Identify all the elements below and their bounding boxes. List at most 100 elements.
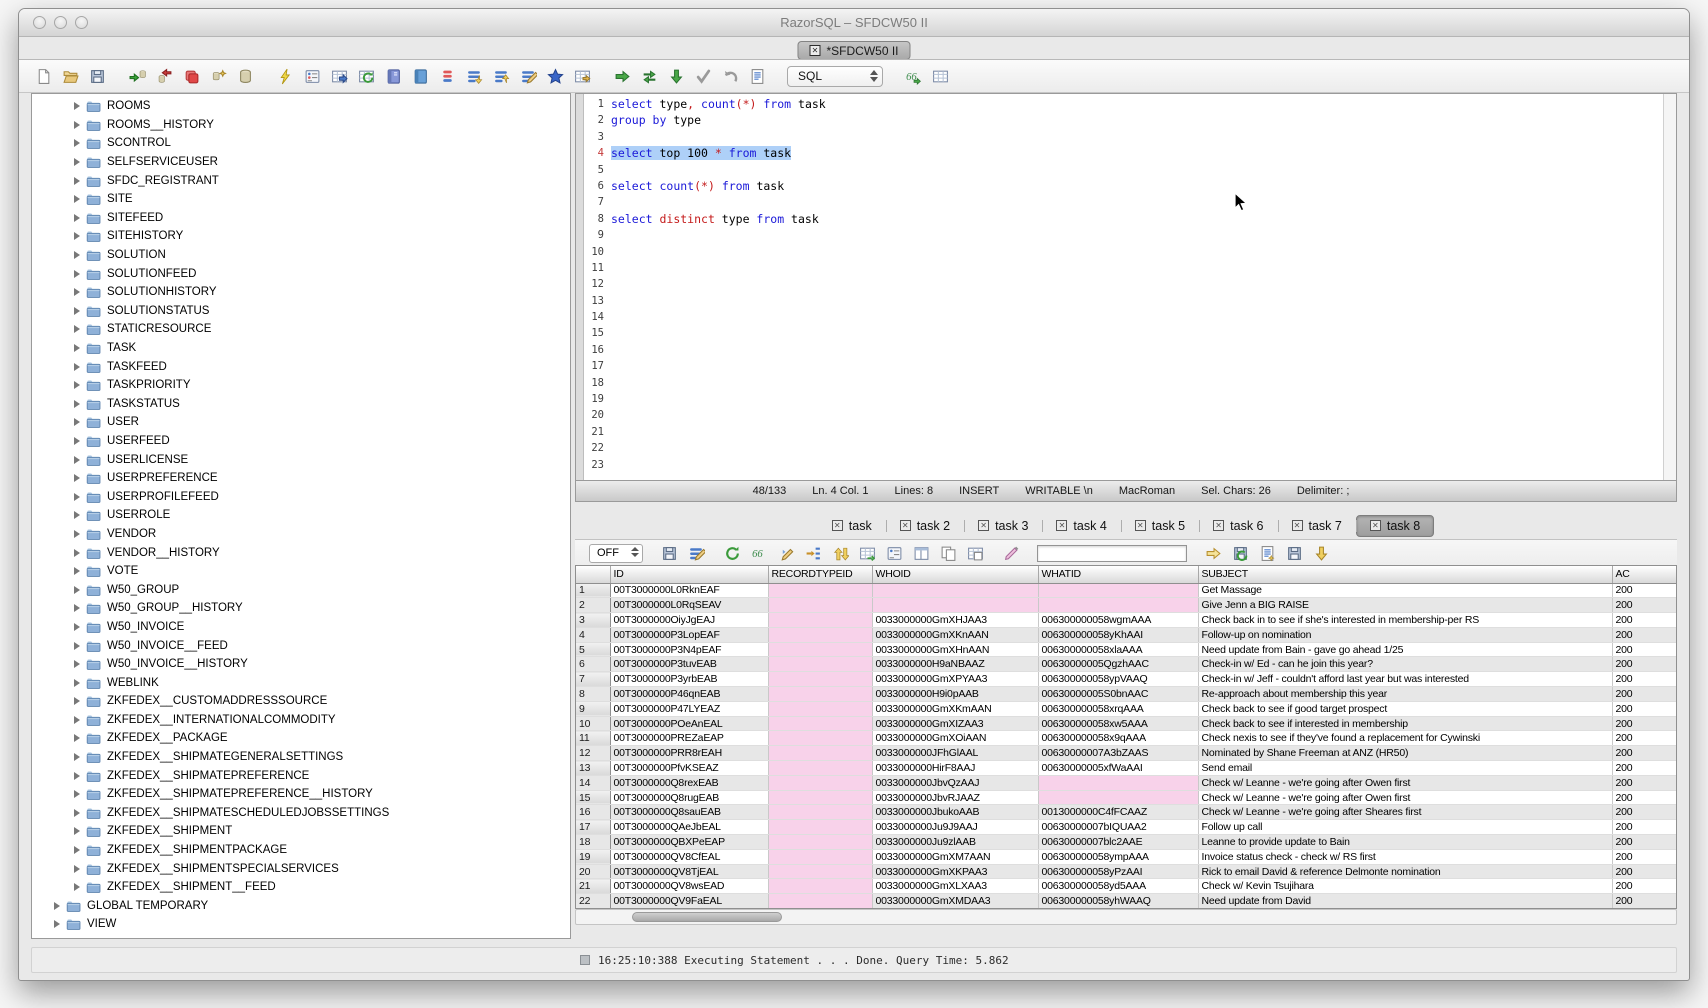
new-db-object-button[interactable] [208, 66, 228, 86]
result-cell[interactable]: 0033000000JbvRJAAZ [872, 790, 1038, 805]
expand-triangle-icon[interactable] [74, 214, 80, 222]
tree-item-weblink[interactable]: WEBLINK [32, 673, 570, 692]
table-go-button[interactable] [572, 66, 592, 86]
expand-triangle-icon[interactable] [74, 549, 80, 557]
result-row[interactable]: 1800T3000000QBXPeEAP0033000000Ju9zlAAB00… [576, 835, 1677, 850]
result-cell[interactable]: 200 [1612, 820, 1677, 835]
row-number-cell[interactable]: 1 [576, 583, 610, 598]
result-cell[interactable]: Rick to email David & reference Delmonte… [1198, 864, 1612, 879]
editor-line[interactable]: 18 [585, 375, 1663, 391]
expand-triangle-icon[interactable] [74, 493, 80, 501]
results-horizontal-scrollbar[interactable] [575, 909, 1677, 925]
result-cell[interactable]: 200 [1612, 701, 1677, 716]
expand-triangle-icon[interactable] [74, 530, 80, 538]
result-row[interactable]: 600T3000000P3tuvEAB0033000000H9aNBAAZ006… [576, 657, 1677, 672]
result-cell[interactable]: 00T3000000PREZaEAP [610, 731, 768, 746]
result-cell[interactable]: 0033000000GmXKmAAN [872, 701, 1038, 716]
row-number-cell[interactable]: 2 [576, 598, 610, 613]
result-cell[interactable]: Send email [1198, 761, 1612, 776]
editor-line[interactable]: 19 [585, 391, 1663, 407]
tree-item-site[interactable]: SITE [32, 190, 570, 209]
editor-line[interactable]: 2group by type [585, 112, 1663, 128]
expand-triangle-icon[interactable] [74, 270, 80, 278]
result-tab-task-7[interactable]: ✕task 7 [1278, 515, 1356, 537]
result-cell[interactable] [768, 775, 872, 790]
expand-triangle-icon[interactable] [74, 325, 80, 333]
row-number-cell[interactable]: 15 [576, 790, 610, 805]
editor-line[interactable]: 23 [585, 457, 1663, 473]
row-number-cell[interactable]: 6 [576, 657, 610, 672]
result-cell[interactable]: 00T3000000P3yrbEAB [610, 672, 768, 687]
result-cell[interactable]: Check w/ Leanne - we're going after Owen… [1198, 775, 1612, 790]
result-cell[interactable] [768, 820, 872, 835]
result-tab-task-4[interactable]: ✕task 4 [1042, 515, 1120, 537]
result-cell[interactable]: 200 [1612, 583, 1677, 598]
result-row[interactable]: 1700T3000000QAeJbEAL0033000000Ju9J9AAJ00… [576, 820, 1677, 835]
result-cell[interactable] [1038, 598, 1198, 613]
result-row[interactable]: 1100T3000000PREZaEAP0033000000GmXOiAAN00… [576, 731, 1677, 746]
tree-item-rooms-history[interactable]: ROOMS__HISTORY [32, 116, 570, 135]
row-number-cell[interactable]: 17 [576, 820, 610, 835]
expand-triangle-icon[interactable] [74, 511, 80, 519]
result-cell[interactable]: 00T3000000P46qnEAB [610, 687, 768, 702]
result-cell[interactable]: 0033000000GmXKPAA3 [872, 864, 1038, 879]
editor-line[interactable]: 10 [585, 244, 1663, 260]
result-cell[interactable] [768, 598, 872, 613]
result-cell[interactable]: Check nexis to see if they've found a re… [1198, 731, 1612, 746]
result-row[interactable]: 800T3000000P46qnEAB0033000000H9i0pAAB006… [576, 687, 1677, 702]
result-cell[interactable]: 200 [1612, 642, 1677, 657]
result-cell[interactable] [1038, 775, 1198, 790]
result-cell[interactable]: Check w/ Leanne - we're going after Shea… [1198, 805, 1612, 820]
row-number-cell[interactable]: 13 [576, 761, 610, 776]
result-cell[interactable]: Check back in to see if she's interested… [1198, 613, 1612, 628]
highlight-marker-button[interactable] [1001, 543, 1021, 563]
expand-triangle-icon[interactable] [74, 400, 80, 408]
result-cell[interactable]: 00T3000000QBXPeEAP [610, 835, 768, 850]
tab-close-icon[interactable]: ✕ [1056, 520, 1067, 531]
result-cell[interactable] [768, 894, 872, 909]
view-glasses-button[interactable]: 66 [749, 543, 769, 563]
result-cell[interactable] [872, 583, 1038, 598]
copy-page-button[interactable] [938, 543, 958, 563]
sql-editor[interactable]: 1select type, count(*) from task2group b… [575, 93, 1677, 481]
result-row[interactable]: 1000T3000000POeAnEAL0033000000GmXIZAA300… [576, 716, 1677, 731]
result-cell[interactable]: 0033000000Ju9J9AAJ [872, 820, 1038, 835]
result-row[interactable]: 1400T3000000Q8rexEAB0033000000JbvQzAAJCh… [576, 775, 1677, 790]
result-row[interactable]: 2200T3000000QV9FaEAL0033000000GmXMDAA300… [576, 894, 1677, 909]
column-header-WHOID[interactable]: WHOID [872, 566, 1038, 583]
tree-item-solutionfeed[interactable]: SOLUTIONFEED [32, 264, 570, 283]
tree-item-userfeed[interactable]: USERFEED [32, 432, 570, 451]
result-row[interactable]: 300T3000000OiyJgEAJ0033000000GmXHJAA3006… [576, 613, 1677, 628]
editor-line[interactable]: 11 [585, 260, 1663, 276]
note-new-button[interactable] [1257, 543, 1277, 563]
result-cell[interactable]: 200 [1612, 627, 1677, 642]
refresh-results-button[interactable] [722, 543, 742, 563]
save-file-button[interactable] [87, 66, 107, 86]
row-number-cell[interactable]: 21 [576, 879, 610, 894]
result-cell[interactable]: 006300000058xlaAAA [1038, 642, 1198, 657]
result-cell[interactable] [768, 879, 872, 894]
expand-triangle-icon[interactable] [74, 251, 80, 259]
result-tab-task-8[interactable]: ✕task 8 [1356, 515, 1434, 537]
result-cell[interactable]: 00630000007A3bZAAS [1038, 746, 1198, 761]
import-table-button[interactable] [356, 66, 376, 86]
result-row[interactable]: 1200T3000000PRR8rEAH0033000000JFhGlAAL00… [576, 746, 1677, 761]
tree-item-taskfeed[interactable]: TASKFEED [32, 357, 570, 376]
row-number-cell[interactable]: 5 [576, 642, 610, 657]
results-search-input[interactable] [1037, 545, 1187, 562]
result-tab-task[interactable]: ✕task [818, 515, 886, 537]
result-cell[interactable] [872, 598, 1038, 613]
result-cell[interactable]: Check-in w/ Ed - can he join this year? [1198, 657, 1612, 672]
result-cell[interactable]: 0033000000GmXHnAAN [872, 642, 1038, 657]
row-number-cell[interactable]: 19 [576, 849, 610, 864]
editor-line[interactable]: 17 [585, 358, 1663, 374]
column-header-rownum[interactable] [576, 566, 610, 583]
result-row[interactable]: 1600T3000000Q8sauEAB0033000000JbukoAAB00… [576, 805, 1677, 820]
result-cell[interactable]: Need update from Bain - gave go ahead 1/… [1198, 642, 1612, 657]
result-cell[interactable]: 00T3000000Q8rexEAB [610, 775, 768, 790]
result-cell[interactable] [768, 642, 872, 657]
result-cell[interactable] [768, 657, 872, 672]
tree-item-sitehistory[interactable]: SITEHISTORY [32, 227, 570, 246]
edit-pencil-button[interactable] [776, 543, 796, 563]
result-cell[interactable]: 0033000000Ju9zlAAB [872, 835, 1038, 850]
